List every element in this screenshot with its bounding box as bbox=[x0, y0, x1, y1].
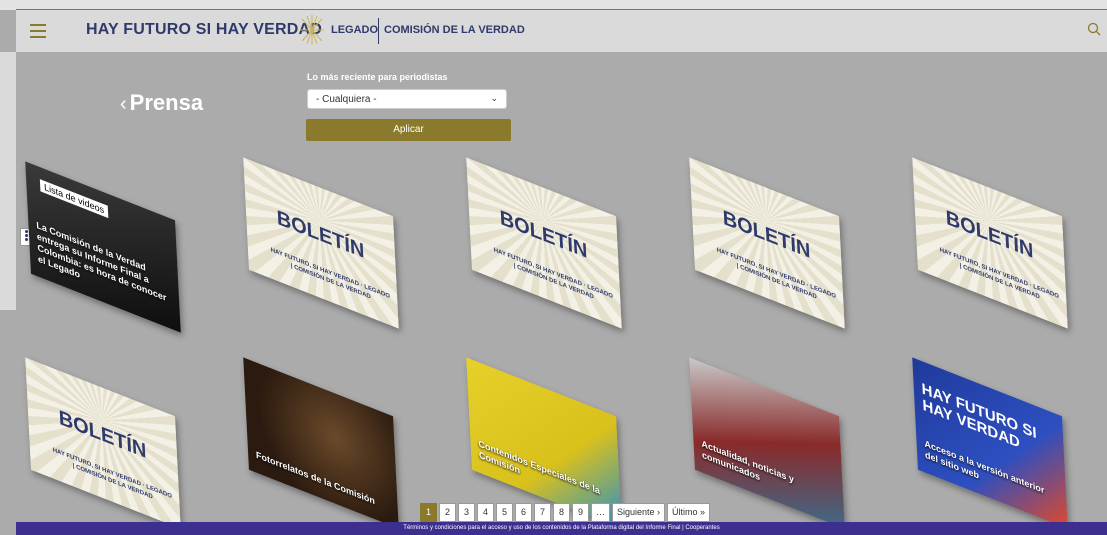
chevron-left-icon: ‹ bbox=[120, 93, 127, 115]
header-divider bbox=[378, 18, 379, 44]
top-bar bbox=[0, 0, 1107, 10]
card-actualidad[interactable]: Actualidad, noticias y comunicados bbox=[689, 357, 845, 529]
chevron-down-icon: ⌄ bbox=[490, 93, 498, 103]
next-page-button[interactable]: Siguiente › bbox=[612, 503, 666, 522]
menu-icon[interactable] bbox=[30, 24, 46, 38]
filter-select[interactable]: - Cualquiera - ⌄ bbox=[307, 89, 507, 109]
page-ellipsis: … bbox=[591, 503, 610, 522]
card-version-anterior[interactable]: HAY FUTURO SI HAY VERDAD Acceso a la ver… bbox=[912, 357, 1068, 529]
back-link[interactable]: ‹ Prensa bbox=[120, 90, 203, 116]
card-caption: La Comisión de la Verdad entrega su Info… bbox=[36, 219, 167, 304]
card-title: BOLETÍN bbox=[276, 206, 365, 264]
page-title: Prensa bbox=[129, 90, 204, 115]
page-link[interactable]: 3 bbox=[458, 503, 475, 522]
filter-label: Lo más reciente para periodistas bbox=[307, 72, 448, 82]
pagination: 1 2 3 4 5 6 7 8 9 … Siguiente › Último » bbox=[420, 503, 711, 522]
card-boletin[interactable]: BOLETÍN HAY FUTURO, SI HAY VERDAD · LEGA… bbox=[25, 357, 181, 529]
left-sidebar-strip bbox=[0, 52, 16, 310]
page-link[interactable]: 9 bbox=[572, 503, 589, 522]
card-boletin[interactable]: BOLETÍN HAY FUTURO, SI HAY VERDAD · LEGA… bbox=[689, 157, 845, 329]
site-header: HAY FUTURO SI HAY VERDAD LEGADO COMISIÓN… bbox=[16, 10, 1107, 52]
card-video-list[interactable]: Lista de videos La Comisión de la Verdad… bbox=[25, 161, 181, 333]
card-tag: Lista de videos bbox=[39, 179, 109, 219]
card-boletin[interactable]: BOLETÍN HAY FUTURO, SI HAY VERDAD · LEGA… bbox=[466, 157, 622, 329]
last-page-button[interactable]: Último » bbox=[667, 503, 711, 522]
page-link[interactable]: 2 bbox=[439, 503, 456, 522]
page-link[interactable]: 1 bbox=[420, 503, 437, 522]
comision-label[interactable]: COMISIÓN DE LA VERDAD bbox=[384, 24, 525, 36]
card-title: BOLETÍN bbox=[945, 206, 1034, 264]
select-value: - Cualquiera - bbox=[316, 94, 377, 105]
card-title: BOLETÍN bbox=[499, 206, 588, 264]
card-caption: Fotorrelatos de la Comisión bbox=[255, 449, 376, 507]
page-link[interactable]: 8 bbox=[553, 503, 570, 522]
card-caption: Contenidos Especiales de la Comisión bbox=[478, 438, 601, 497]
search-icon[interactable] bbox=[1087, 22, 1101, 36]
brand-title[interactable]: HAY FUTURO SI HAY VERDAD bbox=[86, 21, 322, 39]
card-boletin[interactable]: BOLETÍN HAY FUTURO, SI HAY VERDAD · LEGA… bbox=[243, 157, 399, 329]
footer-links[interactable]: Términos y condiciones para el acceso y … bbox=[16, 522, 1107, 535]
apply-button[interactable]: Aplicar bbox=[306, 119, 511, 141]
sun-logo-icon bbox=[300, 15, 324, 45]
page-link[interactable]: 6 bbox=[515, 503, 532, 522]
legado-label[interactable]: LEGADO bbox=[331, 24, 378, 36]
card-title: BOLETÍN bbox=[722, 206, 811, 264]
card-fotorrelatos[interactable]: Fotorrelatos de la Comisión bbox=[243, 357, 399, 529]
card-title: BOLETÍN bbox=[58, 406, 147, 464]
card-caption: Actualidad, noticias y comunicados bbox=[701, 438, 795, 485]
page-link[interactable]: 5 bbox=[496, 503, 513, 522]
card-boletin[interactable]: BOLETÍN HAY FUTURO, SI HAY VERDAD · LEGA… bbox=[912, 157, 1068, 329]
page-link[interactable]: 4 bbox=[477, 503, 494, 522]
page-link[interactable]: 7 bbox=[534, 503, 551, 522]
